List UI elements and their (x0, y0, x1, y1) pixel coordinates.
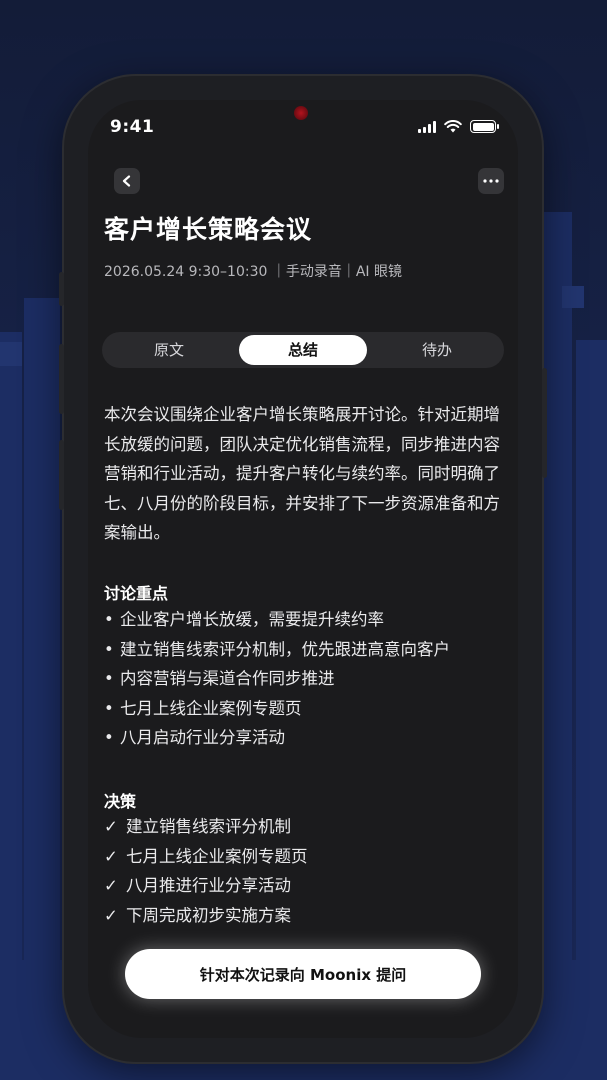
list-item: • 建立销售线索评分机制，优先跟进高意向客户 (104, 635, 504, 665)
tab-summary[interactable]: 总结 (239, 335, 367, 365)
meeting-meta: 2026.05.24 9:30–10:30 ｜手动录音｜AI 眼镜 (104, 264, 402, 280)
back-button[interactable] (114, 168, 140, 194)
view-tabs: 原文 总结 待办 (102, 332, 504, 368)
more-button[interactable] (478, 168, 504, 194)
list-item: ✓ 下周完成初步实施方案 (104, 901, 504, 931)
check-icon: ✓ (104, 817, 118, 836)
side-button (59, 344, 64, 414)
list-item: ✓ 八月推进行业分享活动 (104, 871, 504, 901)
tab-original[interactable]: 原文 (105, 335, 233, 365)
bullet-mark: • (104, 669, 114, 689)
bullet-mark: • (104, 698, 114, 718)
discussion-heading: 讨论重点 (104, 584, 169, 603)
bullet-mark: • (104, 728, 114, 748)
decisions-list: ✓ 建立销售线索评分机制 ✓ 七月上线企业案例专题页 ✓ 八月推进行业分享活动 ✓ 下周… (104, 812, 504, 930)
list-item: • 内容营销与渠道合作同步推进 (104, 664, 504, 694)
bullet-mark: • (104, 610, 114, 629)
status-icons (418, 120, 499, 133)
signal-icon (418, 120, 436, 133)
status-time: 9:41 (110, 117, 155, 137)
ask-moonix-button[interactable]: 针对本次记录向 Moonix 提问 (125, 949, 481, 999)
bullet-mark: • (104, 639, 114, 659)
camera-dot (294, 106, 308, 120)
wifi-icon (444, 120, 462, 133)
battery-icon (470, 120, 499, 133)
check-icon: ✓ (104, 846, 118, 866)
summary-paragraph: 本次会议围绕企业客户增长策略展开讨论。针对近期增长放缓的问题，团队决定优化销售流… (104, 405, 500, 542)
tab-todo[interactable]: 待办 (373, 335, 501, 365)
more-horizontal-icon (483, 179, 499, 183)
page-title: 客户增长策略会议 (104, 215, 313, 244)
list-item: • 企业客户增长放缓，需要提升续约率 (104, 605, 504, 635)
list-item: ✓ 七月上线企业案例专题页 (104, 842, 504, 872)
discussion-list: • 企业客户增长放缓，需要提升续约率 • 建立销售线索评分机制，优先跟进高意向客户 … (104, 605, 504, 753)
decisions-heading: 决策 (104, 792, 137, 811)
phone-frame: 9:41 客户增长策略会议 2026.05.24 9:30–10:30 ｜手动录… (59, 76, 547, 1062)
list-item: • 八月启动行业分享活动 (104, 723, 504, 753)
chevron-left-icon (122, 175, 131, 187)
side-button (542, 368, 547, 478)
side-button (59, 440, 64, 510)
list-item: ✓ 建立销售线索评分机制 (104, 812, 504, 842)
check-icon: ✓ (104, 876, 118, 896)
side-button (59, 272, 64, 306)
list-item: • 七月上线企业案例专题页 (104, 694, 504, 724)
check-icon: ✓ (104, 905, 118, 925)
screen: 9:41 客户增长策略会议 2026.05.24 9:30–10:30 ｜手动录… (88, 100, 518, 1038)
